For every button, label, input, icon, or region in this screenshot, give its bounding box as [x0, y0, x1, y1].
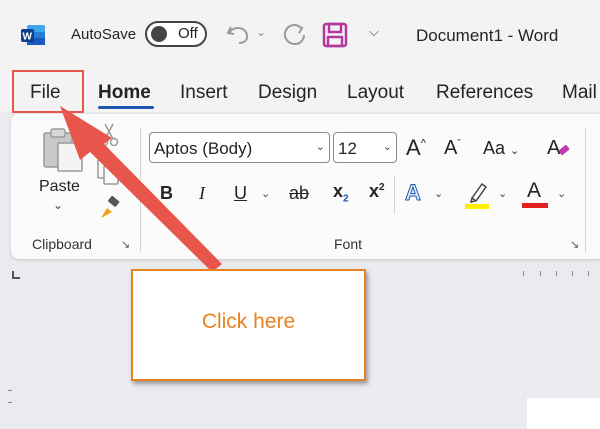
ruler-tick — [540, 271, 541, 276]
document-title: Document1 - Word — [416, 26, 559, 45]
tab-references[interactable]: References — [436, 82, 533, 104]
font-launcher-icon[interactable]: ↘ — [570, 238, 579, 251]
ruler-tick — [523, 271, 524, 276]
chevron-down-icon[interactable]: ⌄ — [434, 187, 443, 200]
group-divider — [585, 128, 586, 252]
divider — [394, 176, 395, 214]
font-color-swatch — [522, 203, 548, 208]
tab-home[interactable]: Home — [98, 82, 151, 104]
ruler-tick — [556, 271, 557, 276]
redo-icon[interactable] — [282, 22, 306, 46]
undo-icon[interactable] — [225, 23, 251, 45]
subscript-mark: 2 — [343, 193, 349, 205]
chevron-down-icon[interactable]: ⌄ — [498, 187, 507, 200]
active-tab-indicator — [98, 106, 154, 109]
shrink-font-icon: A — [444, 137, 458, 159]
autosave-toggle[interactable]: Off — [145, 21, 207, 47]
change-case-button[interactable]: Aa ⌄ — [483, 138, 519, 159]
autosave-label: AutoSave — [71, 26, 137, 43]
font-size-combo[interactable]: 12 ⌄ — [333, 132, 397, 163]
subscript-base: x — [333, 181, 344, 201]
save-icon[interactable] — [322, 22, 348, 48]
chevron-down-icon: ⌄ — [510, 145, 520, 157]
highlighter-icon[interactable] — [464, 180, 490, 210]
ruler-tick — [588, 271, 589, 276]
ruler-tick — [572, 271, 573, 276]
tab-insert[interactable]: Insert — [180, 82, 228, 104]
format-painter-icon[interactable] — [98, 196, 122, 220]
clipboard-group-label: Clipboard — [32, 236, 92, 252]
paste-label[interactable]: Paste — [39, 178, 80, 196]
group-divider — [140, 128, 141, 252]
file-tab-highlight — [12, 70, 84, 113]
superscript-base: x — [369, 181, 380, 201]
undo-dropdown-icon[interactable]: ⌄ — [256, 25, 266, 39]
clear-formatting-icon[interactable]: A — [546, 134, 572, 160]
italic-button[interactable]: I — [199, 183, 205, 204]
bold-button[interactable]: B — [160, 183, 173, 204]
strikethrough-button[interactable]: ab — [289, 183, 309, 204]
font-name-value: Aptos (Body) — [154, 139, 253, 158]
customize-qat-icon[interactable]: ⌵ — [369, 24, 379, 40]
toggle-knob — [151, 26, 167, 42]
chevron-down-icon[interactable]: ⌄ — [261, 187, 270, 200]
tab-stop-selector-icon[interactable] — [11, 270, 21, 280]
paste-dropdown-icon[interactable]: ⌄ — [53, 198, 63, 212]
autosave-state: Off — [178, 25, 198, 42]
tab-mailings[interactable]: Mail — [562, 82, 597, 104]
copy-icon[interactable] — [96, 158, 120, 186]
document-page[interactable] — [527, 398, 600, 429]
superscript-mark: 2 — [379, 182, 385, 193]
word-logo-icon: W — [21, 25, 45, 45]
cut-icon[interactable] — [98, 122, 120, 148]
grow-font-button[interactable]: A^ — [406, 135, 426, 161]
chevron-down-icon[interactable]: ⌄ — [383, 140, 392, 153]
subscript-button[interactable]: x2 — [333, 181, 349, 205]
callout-text: Click here — [201, 310, 296, 333]
font-color-letter: A — [527, 179, 542, 202]
font-name-combo[interactable]: Aptos (Body) ⌄ — [149, 132, 330, 163]
tab-layout[interactable]: Layout — [347, 82, 404, 104]
font-color-button[interactable]: A — [522, 179, 548, 209]
svg-text:W: W — [23, 32, 33, 43]
tab-design[interactable]: Design — [258, 82, 317, 104]
superscript-button[interactable]: x2 — [369, 181, 385, 202]
grow-font-icon: A — [406, 135, 421, 160]
font-group-label: Font — [334, 236, 363, 252]
underline-button[interactable]: U — [234, 183, 247, 204]
shrink-font-button[interactable]: Aˇ — [444, 137, 461, 160]
chevron-down-icon[interactable]: ⌄ — [557, 187, 566, 200]
font-size-value: 12 — [338, 139, 357, 158]
chevron-down-icon[interactable]: ⌄ — [316, 140, 325, 153]
vertical-ruler — [8, 390, 12, 410]
paste-icon[interactable] — [40, 127, 86, 173]
text-effects-button[interactable]: A — [405, 180, 422, 206]
svg-text:A: A — [547, 137, 561, 159]
change-case-label: Aa — [483, 138, 506, 158]
clipboard-launcher-icon[interactable]: ↘ — [121, 238, 130, 251]
